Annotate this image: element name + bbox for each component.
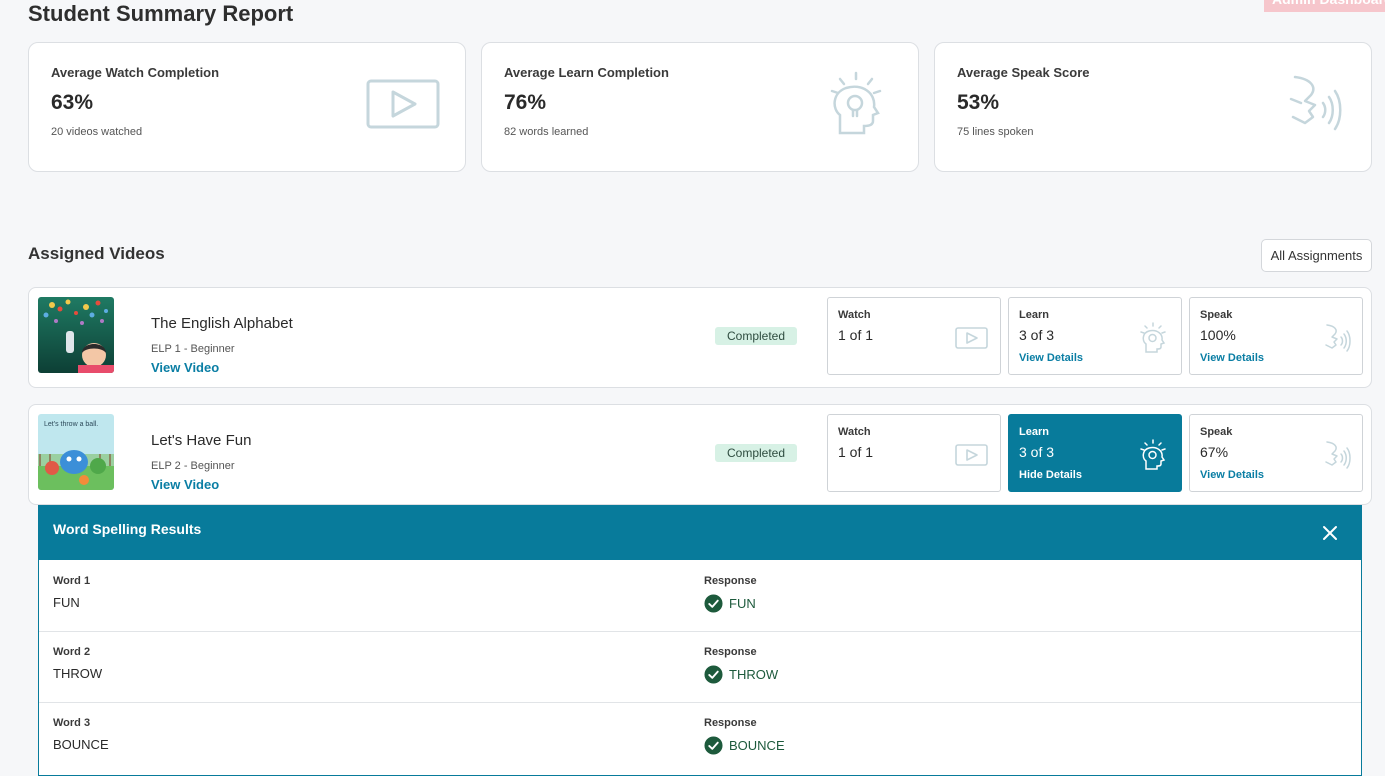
- all-assignments-button[interactable]: All Assignments: [1261, 239, 1372, 272]
- check-circle-icon: [704, 665, 723, 684]
- view-video-link[interactable]: View Video: [151, 477, 219, 492]
- watch-metric: Watch 1 of 1: [827, 297, 1001, 375]
- lightbulb-head-icon: [830, 71, 882, 135]
- word-spelling-panel: Word Spelling Results Word 1 FUN Respons…: [38, 505, 1362, 776]
- hide-details-link[interactable]: Hide Details: [1019, 469, 1082, 481]
- metric-value: 3 of 3: [1019, 444, 1055, 460]
- speak-score-card: Average Speak Score 53% 75 lines spoken: [934, 42, 1372, 172]
- play-icon: [955, 327, 988, 349]
- word-label: Word 1: [53, 575, 91, 587]
- video-row: Let's throw a ball. Let's Have Fun ELP 2…: [28, 404, 1372, 505]
- metric-label: Speak: [1200, 309, 1233, 321]
- speak-metric[interactable]: Speak 67% View Details: [1189, 414, 1363, 492]
- thumb-caption: Let's throw a ball.: [44, 421, 98, 428]
- stat-value: 53%: [957, 91, 1000, 114]
- word-label: Word 3: [53, 717, 91, 729]
- learn-metric[interactable]: Learn 3 of 3 Hide Details: [1008, 414, 1182, 492]
- word-result-row: Word 3 BOUNCE Response BOUNCE: [39, 702, 1361, 773]
- play-icon: [955, 444, 988, 466]
- stat-sub: 82 words learned: [504, 126, 589, 138]
- speaking-head-icon: [1325, 441, 1351, 469]
- stat-label: Average Watch Completion: [51, 65, 220, 80]
- stat-value: 63%: [51, 91, 94, 114]
- stat-label: Average Learn Completion: [504, 65, 669, 80]
- response-text: FUN: [729, 596, 756, 611]
- learn-completion-card: Average Learn Completion 76% 82 words le…: [481, 42, 919, 172]
- assigned-videos-title: Assigned Videos: [28, 244, 165, 263]
- panel-title: Word Spelling Results: [53, 521, 202, 537]
- response-value: FUN: [704, 594, 756, 613]
- status-badge: Completed: [715, 444, 798, 462]
- video-row: The English Alphabet ELP 1 - Beginner Vi…: [28, 287, 1372, 388]
- metric-label: Speak: [1200, 426, 1233, 438]
- view-video-link[interactable]: View Video: [151, 360, 219, 375]
- metric-value: 3 of 3: [1019, 327, 1055, 343]
- check-circle-icon: [704, 736, 723, 755]
- response-label: Response: [704, 575, 757, 587]
- metric-label: Learn: [1019, 426, 1049, 438]
- video-thumbnail[interactable]: Let's throw a ball.: [38, 414, 114, 490]
- close-icon[interactable]: [1320, 523, 1340, 543]
- check-circle-icon: [704, 594, 723, 613]
- speak-metric[interactable]: Speak 100% View Details: [1189, 297, 1363, 375]
- metric-label: Watch: [838, 426, 871, 438]
- lightbulb-head-icon: [1140, 322, 1166, 353]
- video-level: ELP 1 - Beginner: [151, 343, 235, 355]
- page-title: Student Summary Report: [28, 1, 294, 26]
- metric-label: Learn: [1019, 309, 1049, 321]
- word-result-row: Word 1 FUN Response FUN: [39, 560, 1361, 632]
- word-value: THROW: [53, 666, 103, 681]
- learn-metric[interactable]: Learn 3 of 3 View Details: [1008, 297, 1182, 375]
- video-level: ELP 2 - Beginner: [151, 460, 235, 472]
- stat-sub: 20 videos watched: [51, 126, 143, 138]
- word-result-row: Word 2 THROW Response THROW: [39, 631, 1361, 703]
- response-text: BOUNCE: [729, 738, 785, 753]
- status-badge: Completed: [715, 327, 798, 345]
- metric-label: Watch: [838, 309, 871, 321]
- lightbulb-head-icon: [1140, 439, 1166, 470]
- watch-metric: Watch 1 of 1: [827, 414, 1001, 492]
- play-icon: [366, 79, 440, 129]
- response-label: Response: [704, 646, 757, 658]
- word-label: Word 2: [53, 646, 91, 658]
- metric-value: 67%: [1200, 444, 1229, 460]
- admin-dashboard-link[interactable]: Admin Dashboard: [1264, 0, 1385, 12]
- video-title: Let's Have Fun: [151, 432, 252, 449]
- metric-value: 1 of 1: [838, 327, 874, 343]
- stat-sub: 75 lines spoken: [957, 126, 1034, 138]
- panel-header: Word Spelling Results: [38, 505, 1362, 560]
- response-value: BOUNCE: [704, 736, 785, 755]
- response-text: THROW: [729, 667, 779, 682]
- speaking-head-icon: [1289, 75, 1342, 131]
- video-title: The English Alphabet: [151, 315, 293, 332]
- metric-value: 100%: [1200, 327, 1236, 343]
- watch-completion-card: Average Watch Completion 63% 20 videos w…: [28, 42, 466, 172]
- word-value: FUN: [53, 595, 80, 610]
- speaking-head-icon: [1325, 324, 1351, 352]
- view-details-link[interactable]: View Details: [1200, 469, 1264, 481]
- response-label: Response: [704, 717, 757, 729]
- video-thumbnail[interactable]: [38, 297, 114, 373]
- stat-value: 76%: [504, 91, 547, 114]
- stat-label: Average Speak Score: [957, 65, 1090, 80]
- response-value: THROW: [704, 665, 778, 684]
- word-value: BOUNCE: [53, 737, 109, 752]
- view-details-link[interactable]: View Details: [1200, 352, 1264, 364]
- view-details-link[interactable]: View Details: [1019, 352, 1083, 364]
- metric-value: 1 of 1: [838, 444, 874, 460]
